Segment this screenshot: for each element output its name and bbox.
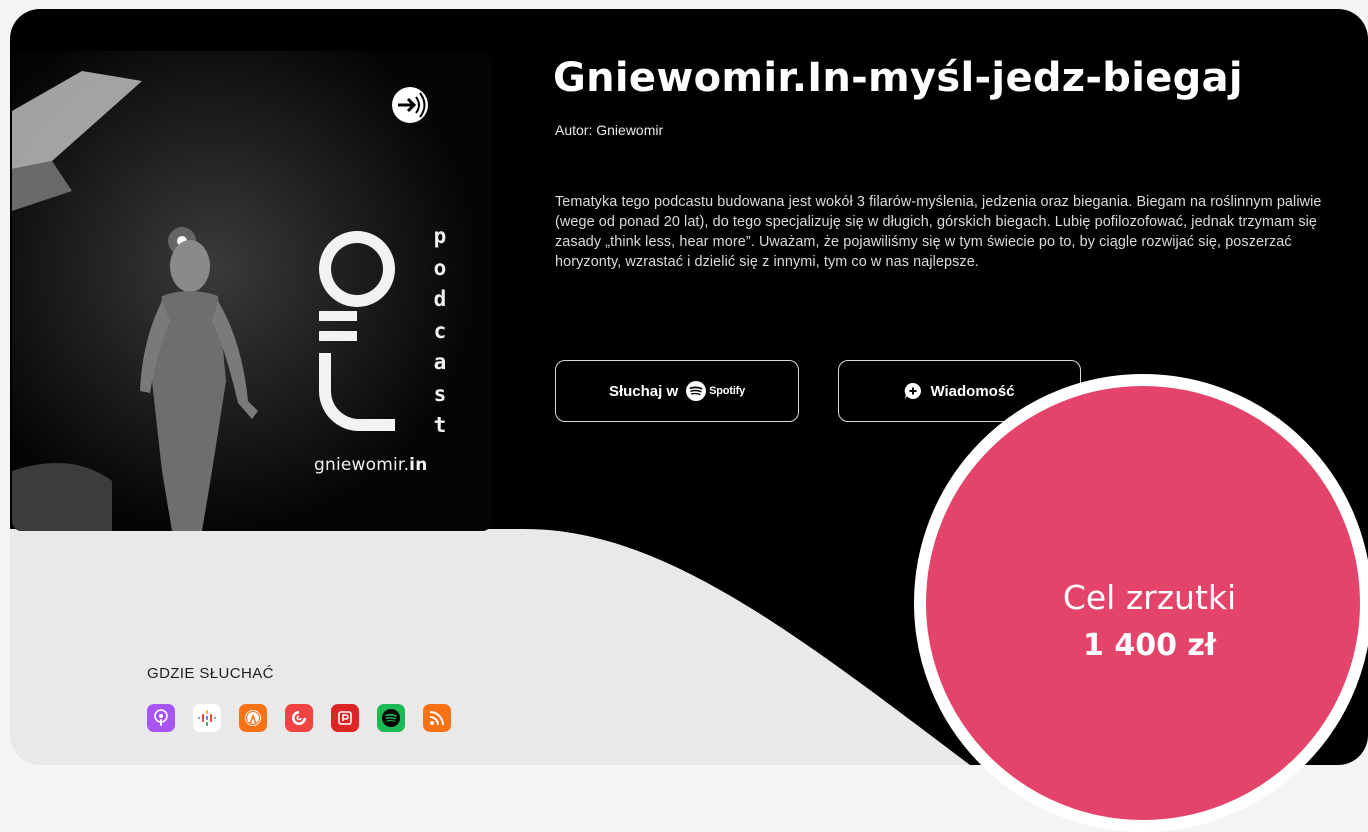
podcast-cover-image: p o d c a s t gniewomir.in: [12, 51, 492, 531]
goal-label: Cel zrzutki: [1062, 578, 1237, 617]
spotify-icon: [686, 381, 707, 401]
platform-links: [147, 704, 451, 732]
rss-icon[interactable]: [423, 704, 451, 732]
listen-button-label: Słuchaj w: [608, 382, 679, 400]
google-podcasts-icon[interactable]: [193, 704, 221, 732]
chat-plus-icon: [905, 382, 922, 399]
goal-amount: 1 400 zł: [1083, 628, 1216, 663]
cover-podcast-vertical-text: p o d c a s t: [433, 224, 447, 437]
apple-podcasts-icon[interactable]: [147, 704, 175, 732]
where-to-listen-label: GDZIE SŁUCHAĆ: [147, 665, 274, 682]
message-button-label: Wiadomość: [930, 382, 1015, 400]
cover-website-text: gniewomir.in: [314, 455, 428, 475]
pocket-casts-icon[interactable]: [285, 704, 313, 732]
podcast-description: Tematyka tego podcastu budowana jest wok…: [555, 194, 1322, 270]
podcast-author: Autor: Gniewomir: [555, 122, 664, 138]
overcast-icon[interactable]: [239, 704, 267, 732]
listen-on-spotify-button[interactable]: Słuchaj w Spotify: [555, 360, 799, 422]
podcast-addict-icon[interactable]: [331, 704, 359, 732]
spotify-icon[interactable]: [377, 704, 405, 732]
spotify-logo: Spotify: [686, 381, 745, 401]
podcast-title: Gniewomir.In-myśl-jedz-biegaj: [553, 55, 1243, 101]
